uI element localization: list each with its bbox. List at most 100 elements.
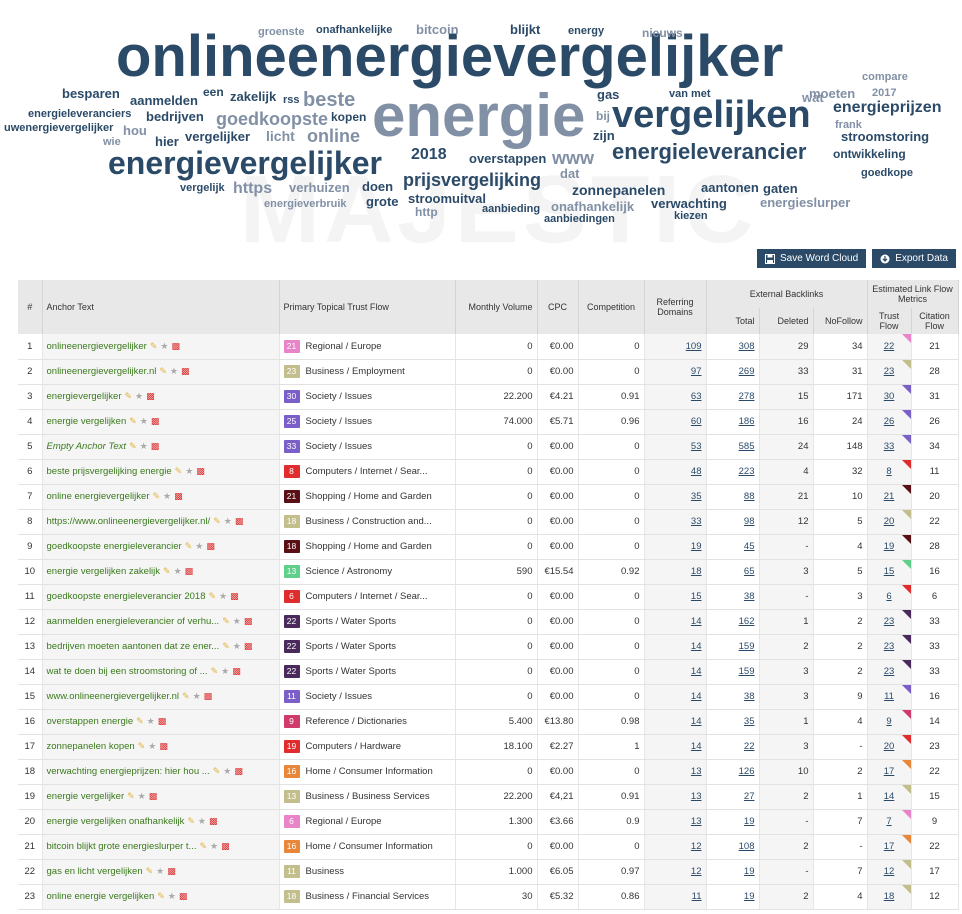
cloud-word[interactable]: hou (123, 124, 147, 137)
pencil-icon[interactable]: ✎ (136, 716, 144, 727)
referring-domains-link[interactable]: 14 (691, 666, 702, 677)
trust-flow-link[interactable]: 23 (884, 666, 895, 677)
total-backlinks-link[interactable]: 186 (739, 416, 755, 427)
cloud-word[interactable]: vergelijker (185, 130, 250, 143)
pencil-icon[interactable]: ✎ (159, 366, 167, 377)
database-icon[interactable]: ▩ (171, 341, 180, 352)
pencil-icon[interactable]: ✎ (129, 416, 137, 427)
trust-flow-link[interactable]: 20 (884, 741, 895, 752)
trust-flow-link[interactable]: 14 (884, 791, 895, 802)
pencil-icon[interactable]: ✎ (175, 466, 183, 477)
total-backlinks-link[interactable]: 38 (744, 691, 755, 702)
referring-domains-link[interactable]: 13 (691, 766, 702, 777)
pencil-icon[interactable]: ✎ (138, 741, 146, 752)
cloud-word[interactable]: energieleveranciers (28, 109, 131, 120)
col-competition-header[interactable]: Competition (578, 280, 645, 334)
database-icon[interactable]: ▩ (209, 816, 218, 827)
database-icon[interactable]: ▩ (232, 666, 241, 677)
col-trust-header[interactable]: Primary Topical Trust Flow (279, 280, 456, 334)
referring-domains-link[interactable]: 13 (691, 816, 702, 827)
star-icon[interactable]: ★ (198, 816, 206, 827)
cloud-word[interactable]: bitcoin (416, 23, 459, 36)
anchor-link[interactable]: overstappen energie (47, 716, 134, 727)
referring-domains-link[interactable]: 109 (686, 341, 702, 352)
star-icon[interactable]: ★ (140, 441, 148, 452)
cloud-word[interactable]: vergelijk (180, 183, 225, 194)
trust-flow-link[interactable]: 6 (886, 591, 891, 602)
cloud-word[interactable]: dat (560, 167, 580, 180)
database-icon[interactable]: ▩ (244, 641, 253, 652)
star-icon[interactable]: ★ (168, 891, 176, 902)
trust-flow-link[interactable]: 23 (884, 366, 895, 377)
anchor-link[interactable]: goedkoopste energieleverancier (47, 541, 182, 552)
pencil-icon[interactable]: ✎ (199, 841, 207, 852)
referring-domains-link[interactable]: 14 (691, 616, 702, 627)
export-data-button[interactable]: Export Data (872, 249, 956, 268)
total-backlinks-link[interactable]: 22 (744, 741, 755, 752)
pencil-icon[interactable]: ✎ (152, 491, 160, 502)
col-cpc-header[interactable]: CPC (537, 280, 579, 334)
total-backlinks-link[interactable]: 585 (739, 441, 755, 452)
referring-domains-link[interactable]: 18 (691, 566, 702, 577)
cloud-word[interactable]: energievergelijker (108, 147, 382, 179)
total-backlinks-link[interactable]: 269 (739, 366, 755, 377)
database-icon[interactable]: ▩ (151, 441, 160, 452)
pencil-icon[interactable]: ✎ (127, 791, 135, 802)
cloud-word[interactable]: zakelijk (230, 90, 276, 103)
total-backlinks-link[interactable]: 19 (744, 866, 755, 877)
cloud-word[interactable]: energieleverancier (612, 141, 806, 163)
save-word-cloud-button[interactable]: Save Word Cloud (756, 249, 867, 268)
cloud-word[interactable]: stroomstoring (841, 130, 929, 143)
anchor-link[interactable]: onlineenergievergelijker.nl (47, 366, 157, 377)
database-icon[interactable]: ▩ (149, 791, 158, 802)
star-icon[interactable]: ★ (160, 341, 168, 352)
cloud-word[interactable]: zijn (593, 129, 615, 142)
anchor-link[interactable]: verwachting energieprijzen: hier hou ... (47, 766, 210, 777)
anchor-link[interactable]: onlineenergievergelijker (47, 341, 147, 352)
total-backlinks-link[interactable]: 278 (739, 391, 755, 402)
referring-domains-link[interactable]: 48 (691, 466, 702, 477)
database-icon[interactable]: ▩ (221, 841, 230, 852)
pencil-icon[interactable]: ✎ (182, 691, 190, 702)
trust-flow-link[interactable]: 17 (884, 841, 895, 852)
star-icon[interactable]: ★ (210, 841, 218, 852)
database-icon[interactable]: ▩ (230, 591, 239, 602)
database-icon[interactable]: ▩ (196, 466, 205, 477)
cloud-word[interactable]: aanbieding (482, 204, 540, 215)
pencil-icon[interactable]: ✎ (185, 541, 193, 552)
database-icon[interactable]: ▩ (158, 716, 167, 727)
col-deleted-header[interactable]: Deleted (759, 308, 814, 334)
referring-domains-link[interactable]: 12 (691, 866, 702, 877)
cloud-word[interactable]: frank (835, 120, 862, 131)
referring-domains-link[interactable]: 33 (691, 516, 702, 527)
star-icon[interactable]: ★ (174, 566, 182, 577)
cloud-word[interactable]: energieverbruik (264, 199, 347, 210)
cloud-word[interactable]: online (307, 127, 360, 145)
cloud-word[interactable]: stroomuitval (408, 192, 486, 205)
total-backlinks-link[interactable]: 27 (744, 791, 755, 802)
cloud-word[interactable]: bedrijven (146, 110, 204, 123)
database-icon[interactable]: ▩ (206, 541, 215, 552)
database-icon[interactable]: ▩ (234, 766, 243, 777)
total-backlinks-link[interactable]: 159 (739, 666, 755, 677)
cloud-word[interactable]: energy (568, 26, 604, 37)
referring-domains-link[interactable]: 11 (692, 891, 702, 902)
trust-flow-link[interactable]: 12 (884, 866, 895, 877)
pencil-icon[interactable]: ✎ (187, 816, 195, 827)
cloud-word[interactable]: beste (303, 90, 355, 110)
star-icon[interactable]: ★ (223, 766, 231, 777)
cloud-word[interactable]: een (203, 86, 224, 98)
cloud-word[interactable]: aanbiedingen (544, 214, 615, 225)
trust-flow-link[interactable]: 20 (884, 516, 895, 527)
cloud-word[interactable]: prijsvergelijking (403, 171, 541, 189)
trust-flow-link[interactable]: 22 (884, 341, 895, 352)
cloud-word[interactable]: 2018 (411, 147, 447, 163)
anchor-link[interactable]: online energie vergelijken (47, 891, 155, 902)
anchor-link[interactable]: goedkoopste energieleverancier 2018 (47, 591, 206, 602)
cloud-word[interactable]: compare (862, 72, 908, 83)
pencil-icon[interactable]: ✎ (211, 666, 219, 677)
trust-flow-link[interactable]: 19 (884, 541, 895, 552)
cloud-word[interactable]: doen (362, 180, 393, 193)
anchor-link[interactable]: gas en licht vergelijken (47, 866, 143, 877)
database-icon[interactable]: ▩ (235, 516, 244, 527)
